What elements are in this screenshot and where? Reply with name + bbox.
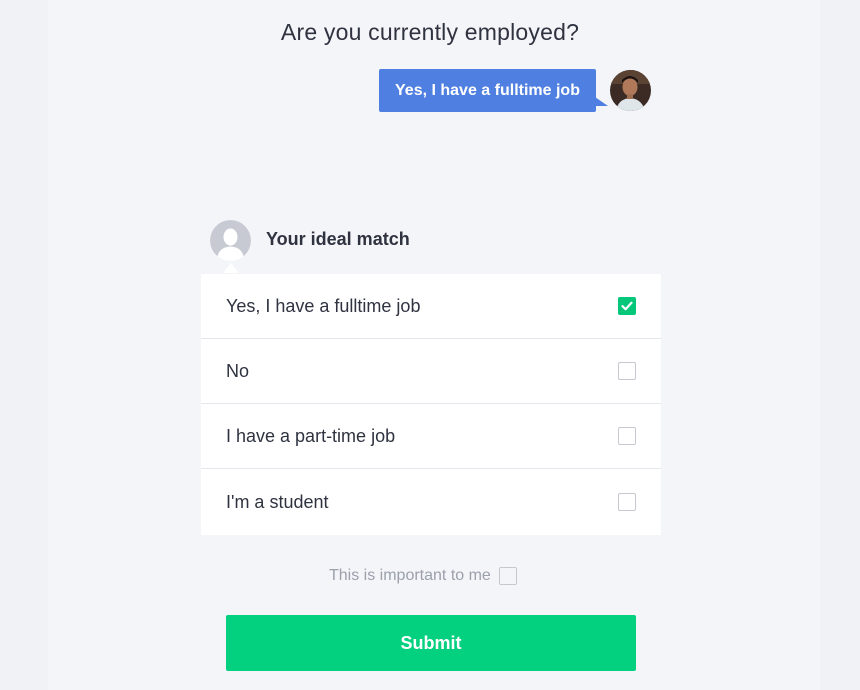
user-answer-text: Yes, I have a fulltime job: [395, 81, 580, 99]
option-label: I'm a student: [226, 492, 329, 512]
match-card-pointer: [223, 263, 239, 273]
default-person-avatar-icon: [210, 220, 251, 261]
option-checkbox[interactable]: [618, 427, 636, 445]
ideal-match-options: Yes, I have a fulltime job No I have a p…: [201, 274, 661, 535]
question-title: Are you currently employed?: [280, 19, 580, 45]
checkmark-icon: [621, 301, 633, 311]
option-no[interactable]: No: [201, 339, 661, 404]
option-student[interactable]: I'm a student: [201, 470, 661, 535]
option-checkbox[interactable]: [618, 493, 636, 511]
option-checkbox[interactable]: [618, 362, 636, 380]
user-avatar: [610, 70, 651, 111]
option-checkbox-checked[interactable]: [618, 297, 636, 315]
importance-checkbox[interactable]: [498, 567, 517, 585]
match-avatar: [210, 220, 251, 261]
option-label: No: [226, 361, 250, 381]
importance-toggle[interactable]: This is important to me: [329, 566, 517, 586]
option-label: I have a part-time job: [226, 426, 396, 446]
user-answer-bubble: Yes, I have a fulltime job: [379, 69, 608, 112]
submit-button[interactable]: Submit: [226, 615, 636, 671]
option-part-time-job[interactable]: I have a part-time job: [201, 404, 661, 469]
option-label: Yes, I have a fulltime job: [226, 296, 421, 316]
user-photo-avatar-icon: [610, 70, 651, 111]
importance-label: This is important to me: [329, 567, 491, 584]
option-fulltime-job[interactable]: Yes, I have a fulltime job: [201, 274, 661, 339]
ideal-match-title: Your ideal match: [266, 229, 410, 249]
